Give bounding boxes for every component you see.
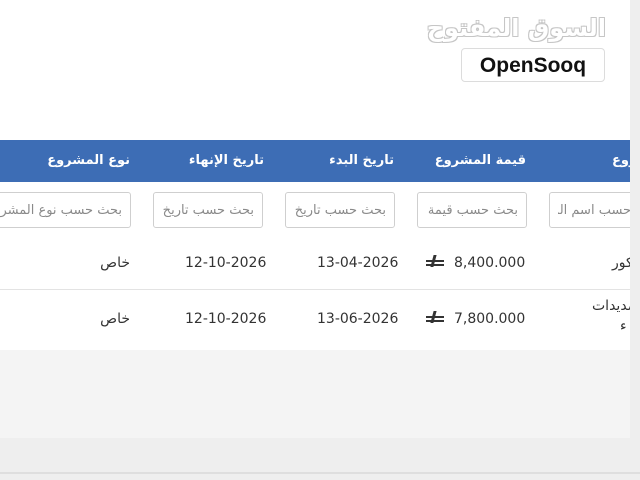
- header-project-type[interactable]: نوع المشروع: [47, 140, 130, 182]
- cell-project-name: تمديدات: [592, 298, 630, 314]
- projects-table: اسم المشروع قيمة المشروع تاريخ البدء تار…: [0, 140, 630, 351]
- cell-end-date: 12-10-2026: [185, 311, 267, 327]
- cell-project-name-line2: ء: [620, 318, 627, 334]
- cell-project-name: ديكور: [612, 255, 630, 271]
- filter-start-date-input[interactable]: [285, 192, 395, 228]
- cell-end-date: 12-10-2026: [185, 255, 267, 271]
- cell-project-type: خاص: [100, 255, 130, 271]
- header-project-name[interactable]: اسم المشروع: [612, 140, 630, 182]
- filter-row: [0, 182, 630, 239]
- logo-arabic-text: السوق المفتوح: [426, 14, 606, 42]
- opensooq-logo[interactable]: السوق المفتوح OpenSooq: [426, 12, 606, 98]
- filter-project-value-input[interactable]: [417, 192, 527, 228]
- filter-end-date-input[interactable]: [153, 192, 263, 228]
- divider: [0, 472, 640, 474]
- value-text: 8,400.000: [454, 255, 526, 271]
- filter-project-type-input[interactable]: [0, 192, 131, 228]
- header-project-value[interactable]: قيمة المشروع: [435, 140, 526, 182]
- header-start-date[interactable]: تاريخ البدء: [329, 140, 394, 182]
- content-panel: السوق المفتوح OpenSooq اسم المشروع قيمة …: [0, 0, 630, 438]
- table-header: اسم المشروع قيمة المشروع تاريخ البدء تار…: [0, 140, 630, 182]
- table-empty-area: [0, 350, 630, 438]
- header-end-date[interactable]: تاريخ الإنهاء: [189, 140, 264, 182]
- cell-project-type: خاص: [100, 311, 130, 327]
- filter-project-name-input[interactable]: [549, 192, 630, 228]
- cell-start-date: 13-04-2026: [317, 255, 399, 271]
- value-text: 7,800.000: [454, 311, 526, 327]
- cell-project-value: 7,800.000: [426, 311, 525, 327]
- cell-project-value: 8,400.000: [426, 255, 525, 271]
- riyal-icon: [426, 255, 444, 268]
- table-row[interactable]: ديكور 8,400.000 13-04-2026 12-10-2026 خا…: [0, 238, 630, 290]
- riyal-icon: [426, 311, 444, 324]
- table-row[interactable]: تمديدات ء 7,800.000 13-06-2026 12-10-202…: [0, 290, 630, 351]
- cell-start-date: 13-06-2026: [317, 311, 399, 327]
- logo-english-text: OpenSooq: [461, 48, 605, 82]
